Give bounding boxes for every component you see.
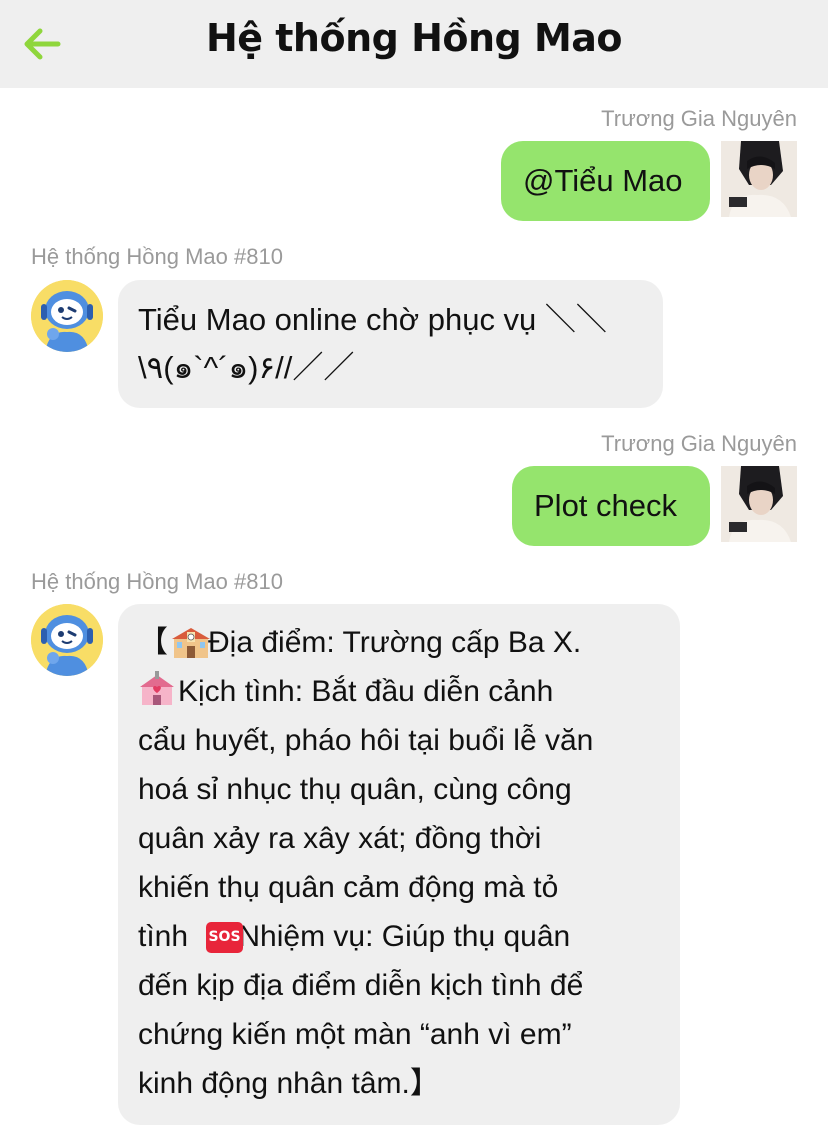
message-line: kinh động nhân tâm.】 [138,1067,440,1100]
avatar[interactable] [721,141,797,217]
school-icon [172,628,210,658]
message-bubble-user[interactable]: Plot check [512,466,710,546]
message-line: quân xảy ra xây xát; đồng thời [138,822,542,855]
avatar[interactable] [31,280,103,352]
wedding-chapel-icon [140,671,174,705]
message-line: chứng kiến một màn “anh vì em” [138,1018,572,1051]
sos-icon: SOS [206,922,243,953]
message-bubble-bot[interactable]: 【Địa điểm: Trường cấp Ba X. Kịch tình: B… [118,604,680,1125]
user-avatar-image [721,141,797,217]
message-line: Kịch tình: Bắt đầu diễn cảnh [178,675,554,708]
message-line-with-icon: Kịch tình: Bắt đầu diễn cảnh [138,667,660,716]
message-bubble-bot[interactable]: Tiểu Mao online chờ phục vụ ＼＼ \٩(๑`^´๑)… [118,280,663,408]
robot-mascot-icon [31,280,103,352]
nav-bar: Hệ thống Hồng Mao [0,0,828,88]
robot-mascot-icon [31,604,103,676]
message-text: @Tiểu Mao [523,163,683,198]
message-line: Tiểu Mao online chờ phục vụ ＼＼ [138,302,607,337]
message-line: tình Nhiệm vụ: Giúp thụ quân [138,920,571,953]
message-bubble-user[interactable]: @Tiểu Mao [501,141,710,221]
avatar[interactable] [721,466,797,542]
message-line-with-icon: 【Địa điểm: Trường cấp Ba X. [138,618,660,667]
message-line: hoá sỉ nhục thụ quân, cùng công [138,773,572,806]
message-line-with-icon: tình Nhiệm vụ: Giúp thụ quân SOS [138,912,660,961]
sender-name: Hệ thống Hồng Mao #810 [31,569,283,594]
sender-name: Trương Gia Nguyên [601,106,797,131]
page-title: Hệ thống Hồng Mao [205,16,623,60]
message-line: khiến thụ quân cảm động mà tỏ [138,871,559,904]
avatar[interactable] [31,604,103,676]
sender-name: Trương Gia Nguyên [601,431,797,456]
message-line: \٩(๑`^´๑)۶//／／ [138,350,355,385]
sender-name: Hệ thống Hồng Mao #810 [31,244,283,269]
message-line: cẩu huyết, pháo hôi tại buổi lễ văn [138,724,594,757]
message-line: đến kịp địa điểm diễn kịch tình để [138,969,584,1002]
message-text: Plot check [534,488,678,523]
user-avatar-image [721,466,797,542]
